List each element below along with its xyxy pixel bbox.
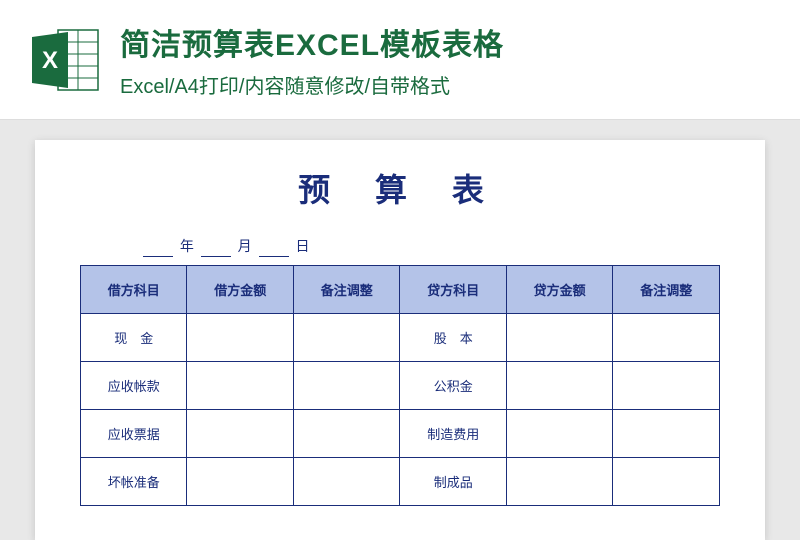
- day-blank: [259, 236, 289, 257]
- table-cell: 制造费用: [400, 410, 506, 458]
- date-line: 年 月 日: [80, 236, 720, 257]
- table-cell: [613, 362, 720, 410]
- document-preview: 预 算 表 年 月 日 借方科目 借方金额 备注调整 贷方科目 贷方金额 备注调…: [35, 140, 765, 540]
- table-cell: [613, 314, 720, 362]
- budget-table: 借方科目 借方金额 备注调整 贷方科目 贷方金额 备注调整 现 金 股 本: [80, 265, 720, 506]
- table-cell: 坏帐准备: [81, 458, 187, 506]
- table-cell: [506, 362, 612, 410]
- table-cell: 应收帐款: [81, 362, 187, 410]
- table-cell: [187, 458, 293, 506]
- table-header: 借方科目: [81, 266, 187, 314]
- table-header: 备注调整: [293, 266, 399, 314]
- table-cell: [187, 314, 293, 362]
- table-cell: 应收票据: [81, 410, 187, 458]
- table-row: 应收票据 制造费用: [81, 410, 720, 458]
- year-blank: [143, 236, 173, 257]
- table-cell: [187, 362, 293, 410]
- page-title: 简洁预算表EXCEL模板表格: [120, 20, 770, 64]
- table-cell: [293, 362, 399, 410]
- table-cell: 公积金: [400, 362, 506, 410]
- document-area: 预 算 表 年 月 日 借方科目 借方金额 备注调整 贷方科目 贷方金额 备注调…: [0, 120, 800, 540]
- table-header: 备注调整: [613, 266, 720, 314]
- svg-text:X: X: [42, 47, 58, 74]
- page-subtitle: Excel/A4打印/内容随意修改/自带格式: [120, 70, 770, 99]
- table-cell: [293, 314, 399, 362]
- table-cell: [293, 458, 399, 506]
- table-header: 借方金额: [187, 266, 293, 314]
- month-label: 月: [238, 236, 252, 256]
- table-cell: [187, 410, 293, 458]
- table-cell: 股 本: [400, 314, 506, 362]
- table-cell: [506, 458, 612, 506]
- table-cell: 现 金: [81, 314, 187, 362]
- table-cell: [506, 410, 612, 458]
- table-cell: 制成品: [400, 458, 506, 506]
- table-header: 贷方科目: [400, 266, 506, 314]
- table-row: 坏帐准备 制成品: [81, 458, 720, 506]
- header-section: X 简洁预算表EXCEL模板表格 Excel/A4打印/内容随意修改/自带格式: [0, 0, 800, 120]
- document-title: 预 算 表: [80, 165, 720, 211]
- table-header-row: 借方科目 借方金额 备注调整 贷方科目 贷方金额 备注调整: [81, 266, 720, 314]
- month-blank: [201, 236, 231, 257]
- year-label: 年: [180, 236, 194, 256]
- table-cell: [293, 410, 399, 458]
- table-row: 现 金 股 本: [81, 314, 720, 362]
- header-text: 简洁预算表EXCEL模板表格 Excel/A4打印/内容随意修改/自带格式: [120, 20, 770, 99]
- day-label: 日: [295, 236, 309, 256]
- excel-icon: X: [30, 25, 100, 95]
- table-cell: [613, 458, 720, 506]
- table-header: 贷方金额: [506, 266, 612, 314]
- table-cell: [506, 314, 612, 362]
- table-cell: [613, 410, 720, 458]
- table-row: 应收帐款 公积金: [81, 362, 720, 410]
